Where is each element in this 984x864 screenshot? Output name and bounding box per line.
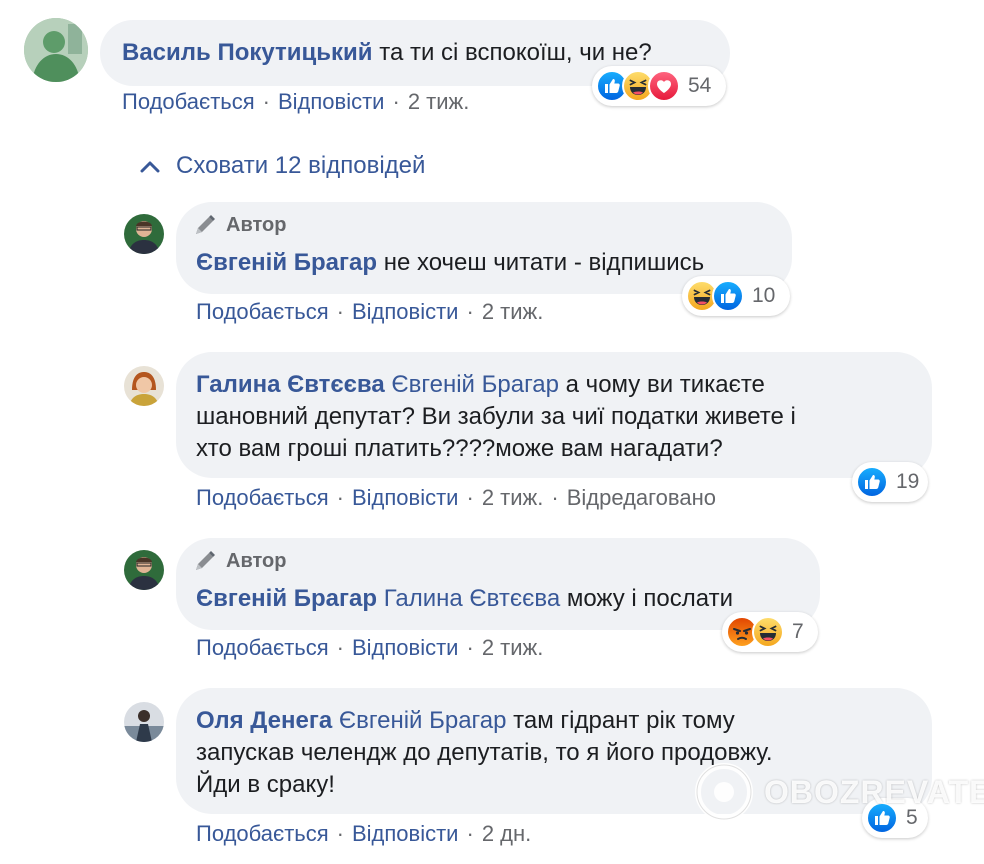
- reaction-summary[interactable]: 7: [722, 612, 818, 652]
- comment-author[interactable]: Оля Денега: [196, 707, 332, 734]
- separator: ·: [336, 299, 344, 324]
- pen-icon: [192, 212, 218, 238]
- separator: ·: [551, 485, 559, 510]
- timestamp[interactable]: 2 дн.: [482, 821, 531, 846]
- reaction-summary[interactable]: 10: [682, 276, 790, 316]
- comment-author[interactable]: Галина Євтєєва: [196, 371, 385, 398]
- comment-body: не хочеш читати - відпишись: [383, 249, 705, 276]
- like-link[interactable]: Подобається: [196, 635, 329, 660]
- comment-text-line: хто вам гроші платить????може вам нагада…: [196, 435, 723, 462]
- comment-author[interactable]: Євгеній Брагар: [196, 249, 377, 276]
- separator: ·: [262, 89, 270, 114]
- comment-text: Галина Євтєєва Євгеній Брагар а чому ви …: [196, 370, 765, 400]
- love-icon: [648, 70, 680, 102]
- comment-body: а чому ви тикаєте: [559, 371, 765, 398]
- pen-icon: [192, 548, 218, 574]
- author-badge: Автор: [192, 548, 286, 574]
- avatar[interactable]: [124, 550, 164, 590]
- watermark: OBOZREVATEL: [694, 762, 984, 822]
- comment-body: там гідрант рік тому: [506, 707, 735, 734]
- timestamp[interactable]: 2 тиж.: [408, 89, 470, 114]
- comment-text: Євгеній Брагар Галина Євтєєва можу і пос…: [196, 584, 733, 614]
- avatar-image: [124, 702, 164, 742]
- avatar[interactable]: [124, 214, 164, 254]
- separator: ·: [336, 635, 344, 660]
- reply-link[interactable]: Відповісти: [352, 485, 459, 510]
- reply-link[interactable]: Відповісти: [278, 89, 385, 114]
- avatar-image: [124, 366, 164, 406]
- avatar-image: [24, 18, 88, 82]
- comment-text: Василь Покутицький та ти сі вспокоїш, чи…: [122, 38, 652, 68]
- comment-text-line: запускав челендж до депутатів, то я його…: [196, 739, 773, 766]
- watermark-text: OBOZREVATEL: [764, 773, 984, 810]
- separator: ·: [466, 821, 474, 846]
- separator: ·: [466, 635, 474, 660]
- edited-label[interactable]: Відредаговано: [567, 485, 716, 510]
- avatar-image: [124, 550, 164, 590]
- mention-link[interactable]: Євгеній Брагар: [339, 707, 507, 734]
- separator: ·: [466, 299, 474, 324]
- comment-body: та ти сі вспокоїш, чи не?: [379, 39, 652, 66]
- reply-link[interactable]: Відповісти: [352, 299, 459, 324]
- comment-text-line: шановний депутат? Ви забули за чиї подат…: [196, 403, 796, 430]
- author-badge-label: Автор: [226, 549, 287, 572]
- like-icon: [856, 466, 888, 498]
- chevron-up-icon: [140, 161, 160, 173]
- reaction-count: 19: [896, 470, 920, 493]
- comment-body: можу і послати: [560, 585, 733, 612]
- comment-author[interactable]: Василь Покутицький: [122, 39, 373, 66]
- like-link[interactable]: Подобається: [122, 89, 255, 114]
- reaction-count: 7: [792, 620, 804, 643]
- comment-actions: Подобається · Відповісти · 2 дн.: [196, 820, 531, 848]
- author-badge-label: Автор: [226, 213, 287, 236]
- comment-text-line: Йди в сраку!: [196, 771, 335, 798]
- comment-actions: Подобається · Відповісти · 2 тиж.: [196, 634, 543, 662]
- like-link[interactable]: Подобається: [196, 821, 329, 846]
- mention-link[interactable]: Євгеній Брагар: [391, 371, 559, 398]
- timestamp[interactable]: 2 тиж.: [482, 485, 544, 510]
- reply-link[interactable]: Відповісти: [352, 821, 459, 846]
- mention-link[interactable]: Галина Євтєєва: [384, 585, 560, 612]
- avatar[interactable]: [124, 366, 164, 406]
- separator: ·: [392, 89, 400, 114]
- reaction-count: 10: [752, 284, 776, 307]
- hide-replies-label: Сховати 12 відповідей: [176, 152, 426, 179]
- separator: ·: [336, 821, 344, 846]
- comment-actions: Подобається · Відповісти · 2 тиж.: [122, 88, 469, 116]
- comment-actions: Подобається · Відповісти · 2 тиж. · Відредагов…: [196, 484, 716, 512]
- author-badge: Автор: [192, 212, 286, 238]
- reaction-count: 54: [688, 74, 712, 97]
- comment-text: Оля Денега Євгеній Брагар там гідрант рі…: [196, 706, 735, 736]
- obozrevatel-logo-icon: [695, 763, 753, 821]
- reaction-summary[interactable]: 19: [852, 462, 928, 502]
- separator: ·: [336, 485, 344, 510]
- avatar-image: [124, 214, 164, 254]
- avatar[interactable]: [24, 18, 88, 82]
- comment-text: Євгеній Брагар не хочеш читати - відпиши…: [196, 248, 704, 278]
- avatar[interactable]: [124, 702, 164, 742]
- separator: ·: [466, 485, 474, 510]
- comment-author[interactable]: Євгеній Брагар: [196, 585, 377, 612]
- haha-icon: [752, 616, 784, 648]
- timestamp[interactable]: 2 тиж.: [482, 635, 544, 660]
- hide-replies-toggle[interactable]: Сховати 12 відповідей: [140, 152, 425, 180]
- reaction-summary[interactable]: 54: [592, 66, 726, 106]
- comment-actions: Подобається · Відповісти · 2 тиж.: [196, 298, 543, 326]
- like-link[interactable]: Подобається: [196, 485, 329, 510]
- like-icon: [712, 280, 744, 312]
- timestamp[interactable]: 2 тиж.: [482, 299, 544, 324]
- reply-link[interactable]: Відповісти: [352, 635, 459, 660]
- like-link[interactable]: Подобається: [196, 299, 329, 324]
